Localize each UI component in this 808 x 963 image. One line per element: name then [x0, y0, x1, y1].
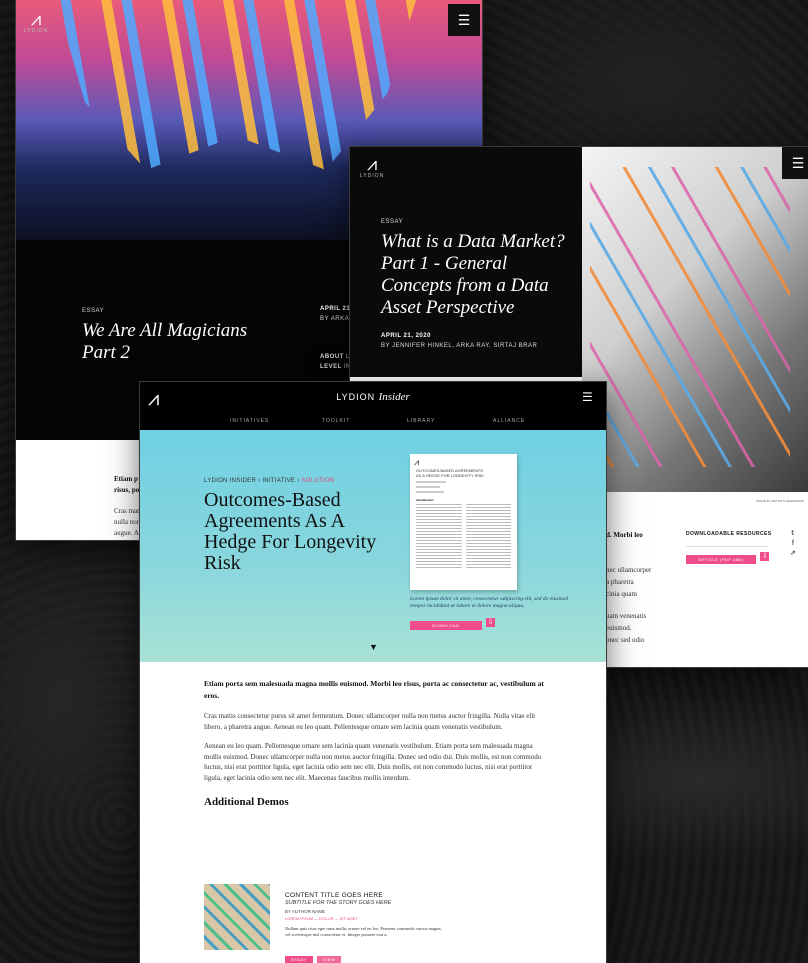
- twitter-icon[interactable]: 𝕥: [790, 529, 796, 539]
- lead-text: risus, po: [114, 486, 140, 494]
- body-text: augue. A: [114, 529, 139, 537]
- title-line: Part 1 - General: [381, 253, 508, 274]
- title-line: Agreements As A: [204, 510, 346, 532]
- title-line: We Are All Magicians: [82, 320, 248, 341]
- section-heading: Additional Demos: [204, 796, 289, 808]
- body-text: Cras matt: [114, 507, 142, 515]
- lydion-logo[interactable]: ⩘ LYDION: [24, 10, 48, 34]
- body-text: a pharetra: [606, 578, 634, 586]
- hero-dark-panel: ⩘ LYDION ESSAY What is a Data Market? Pa…: [350, 147, 582, 377]
- page-title: Outcomes-Based Agreements As A Hedge For…: [204, 490, 376, 574]
- card-body: Nullam quis risus eget urna mollis ornar…: [285, 926, 442, 937]
- resource-button[interactable]: ARTICLE (PDF 4Mb): [686, 555, 756, 564]
- doc-heading: Introduction: [416, 498, 434, 502]
- body-paragraph: Aenean eu leo quam. Pellentesque ornare …: [204, 742, 542, 782]
- logo-wordmark: LYDION: [24, 28, 49, 34]
- demo-card[interactable]: CONTENT TITLE GOES HERE SUBTITLE FOR THE…: [204, 884, 544, 963]
- crumb-insider[interactable]: LYDION INSIDER: [204, 478, 256, 484]
- download-icon[interactable]: ⇩: [486, 618, 496, 628]
- nav-toolkit[interactable]: TOOLKIT: [322, 418, 350, 424]
- download-group[interactable]: DOWNLOAD ⇩: [410, 614, 496, 632]
- lydion-mark-icon: ⩘: [31, 9, 42, 29]
- logo-wordmark: LYDION: [360, 173, 385, 179]
- nav-library[interactable]: LIBRARY: [407, 418, 435, 424]
- lead-text: Etiam p: [114, 475, 138, 483]
- resources-heading: DOWNLOADABLE RESOURCES: [686, 531, 772, 537]
- download-button[interactable]: DOWNLOAD: [410, 621, 482, 630]
- doc-column: [416, 504, 462, 568]
- lead-text: d. Morbi leo: [606, 531, 643, 539]
- body-text: uam venenatis: [606, 612, 647, 620]
- about-key: ABOUT: [320, 354, 344, 360]
- caption-line: tempor incididunt ut labore et dolore ma…: [410, 603, 525, 609]
- title-line: Risk: [204, 552, 241, 574]
- image-credit: IMAGE BY METRO'S NEWSROOM: [756, 499, 804, 503]
- document-preview[interactable]: ⩘ OUTCOMES-BASED AGREEMENTS AS A HEDGE F…: [410, 454, 517, 590]
- download-icon[interactable]: ⇩: [760, 552, 770, 562]
- menu-icon[interactable]: ☰: [448, 4, 480, 36]
- eyebrow: ESSAY: [381, 219, 404, 225]
- menu-icon[interactable]: ☰: [582, 390, 593, 404]
- share-icon[interactable]: ⇗: [790, 549, 796, 559]
- lydion-logo[interactable]: ⩘ LYDION: [360, 155, 384, 179]
- lead-text: Etiam porta sem malesuada magna mollis e…: [204, 679, 544, 700]
- doc-title-line: AS A HEDGE FOR LONGEVITY RISK: [416, 473, 484, 478]
- brand-italic: Insider: [378, 391, 410, 403]
- page-title: What is a Data Market? Part 1 - General …: [381, 231, 581, 319]
- card-thumbnail[interactable]: [204, 884, 270, 950]
- breadcrumb: LYDION INSIDER › INITIATIVE › SOLUTION: [204, 478, 335, 484]
- crumb-solution[interactable]: SOLUTION: [301, 478, 334, 484]
- facebook-icon[interactable]: f: [790, 539, 796, 549]
- divider: [686, 546, 768, 547]
- share-icons: 𝕥 f ⇗: [790, 529, 796, 559]
- body-paragraph: Cras mattis consectetur purus sit amet f…: [204, 712, 536, 731]
- hero-color-sticks: [590, 167, 790, 467]
- card-essay-button[interactable]: ESSAY: [285, 956, 313, 963]
- title-line: Part 2: [82, 342, 131, 363]
- doc-column: [465, 504, 511, 568]
- byline: BY JENNIFER HINKEL, ARKA RAY, SIRTAJ BRA…: [381, 343, 538, 349]
- caption-line: Lorem ipsum dolor sit amet, consectetur …: [410, 596, 569, 602]
- page-title: We Are All Magicians Part 2: [82, 320, 247, 364]
- card-view-button[interactable]: VIEW: [317, 956, 342, 963]
- body-text: nulla non: [114, 518, 141, 526]
- body-text: euismod.: [606, 624, 632, 632]
- title-line: Hedge For Longevity: [204, 531, 377, 553]
- eyebrow: ESSAY: [82, 308, 105, 314]
- doc-title: OUTCOMES-BASED AGREEMENTS AS A HEDGE FOR…: [410, 468, 517, 478]
- body-text: nec ullamcorper: [606, 566, 652, 574]
- title-line: Concepts from a Data: [381, 275, 549, 296]
- nav-initiatives[interactable]: INITIATIVES: [230, 418, 269, 424]
- card-title[interactable]: CONTENT TITLE GOES HERE: [285, 892, 383, 899]
- doc-logo-icon: ⩘: [414, 457, 420, 467]
- body-text: onec sed odio: [606, 636, 645, 644]
- body-text: cinia quam: [606, 590, 637, 598]
- article-body: Etiam porta sem malesuada magna mollis e…: [204, 678, 544, 808]
- title-line: What is a Data Market?: [381, 231, 565, 252]
- card-meta: LOREM IPSUM — DOLOR — SIT AMET: [285, 916, 358, 921]
- nav-alliance[interactable]: ALLIANCE: [493, 418, 525, 424]
- scroll-down-icon[interactable]: ▼: [369, 642, 378, 652]
- hero-section: LYDION INSIDER › INITIATIVE › SOLUTION O…: [140, 430, 606, 662]
- title-line: Outcomes-Based: [204, 489, 341, 511]
- resource-download[interactable]: ARTICLE (PDF 4Mb) ⇩: [686, 548, 770, 566]
- top-nav: ⩘ LYDION Insider ☰: [140, 382, 606, 430]
- crumb-initiative[interactable]: INITIATIVE: [262, 478, 295, 484]
- doc-caption: Lorem ipsum dolor sit amet, consectetur …: [410, 596, 590, 610]
- title-line: Asset Perspective: [381, 297, 515, 318]
- date: APRIL 21, 2020: [381, 333, 431, 339]
- insider-window-outcomes: ⩘ LYDION Insider ☰ INITIATIVES TOOLKIT L…: [140, 382, 606, 963]
- level-key: LEVEL: [320, 364, 342, 370]
- card-subtitle: SUBTITLE FOR THE STORY GOES HERE: [285, 900, 392, 906]
- brand-title[interactable]: LYDION Insider: [140, 391, 606, 403]
- lydion-mark-icon: ⩘: [367, 154, 378, 174]
- brand-word: LYDION: [336, 392, 376, 402]
- menu-icon[interactable]: ☰: [782, 147, 808, 179]
- card-author: BY AUTHOR NAME: [285, 909, 326, 914]
